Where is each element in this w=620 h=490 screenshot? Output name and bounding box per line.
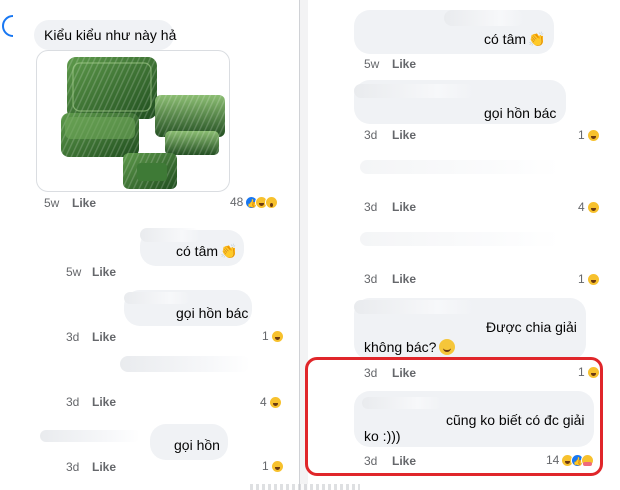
reply-meta-4: 3d Like (66, 460, 166, 474)
comment-bubble-r5[interactable]: Được chia giải không bác? (354, 298, 586, 360)
like-button[interactable]: Like (72, 196, 96, 210)
reply-meta-3: 3d Like (66, 395, 166, 409)
clapping-hands-icon: 👏 (528, 31, 546, 47)
comment-meta-r4: 3d Like (364, 272, 464, 286)
haha-reaction-icon (586, 200, 600, 214)
comment-meta-r1: 5w Like (364, 57, 464, 71)
reply-time: 3d (66, 395, 80, 409)
reply-time: 3d (66, 460, 80, 474)
reply-time: 5w (66, 265, 82, 279)
comment-bubble-r1[interactable]: có tâm 👏 (354, 10, 554, 54)
reply-bubble-1[interactable]: có tâm 👏 (140, 228, 244, 266)
reaction-summary[interactable]: 1 (262, 458, 284, 474)
redacted-reply-3 (120, 356, 250, 372)
reaction-summary[interactable]: 1 (578, 127, 600, 143)
haha-reaction-icon (270, 329, 284, 343)
reply-meta-2: 3d Like (66, 330, 166, 344)
redacted-name (354, 300, 474, 314)
comment-meta-r2: 3d Like (364, 128, 464, 142)
comment-time: 5w (44, 196, 60, 210)
reaction-summary[interactable]: 48 (230, 194, 279, 212)
comment-text-line1: Được chia giải (486, 319, 577, 335)
grinning-face-icon (439, 339, 456, 355)
reply-text: gọi hồn bác (176, 305, 249, 321)
like-button[interactable]: Like (92, 460, 116, 474)
like-button[interactable]: Like (392, 57, 416, 71)
haha-reaction-icon (586, 272, 600, 286)
comment-meta-r3: 3d Like (364, 200, 464, 214)
comment-text-line2: không bác? (364, 339, 437, 355)
redacted-comment-r4 (360, 232, 560, 246)
reaction-summary[interactable]: 1 (578, 271, 600, 287)
reaction-count: 1 (578, 128, 585, 142)
reaction-count: 1 (578, 272, 585, 286)
haha-reaction-icon (586, 128, 600, 142)
reply-meta-1: 5w Like (66, 265, 166, 279)
reaction-summary[interactable]: 4 (260, 394, 282, 410)
reply-text: có tâm (176, 243, 219, 259)
like-button[interactable]: Like (92, 265, 116, 279)
reply-bubble-4[interactable]: gọi hồn (40, 424, 228, 460)
like-button[interactable]: Like (392, 200, 416, 214)
bottom-edge-artifact (250, 484, 360, 490)
like-button[interactable]: Like (392, 128, 416, 142)
reply-time: 3d (66, 330, 80, 344)
redacted-name (40, 430, 140, 442)
comment-bubble-top[interactable]: Kiểu kiểu như này hả (34, 20, 177, 50)
reaction-count: 48 (230, 195, 244, 209)
reaction-count: 1 (262, 459, 269, 473)
like-button[interactable]: Like (392, 272, 416, 286)
facebook-logo-icon (2, 15, 14, 37)
haha-reaction-icon (270, 459, 284, 473)
comment-time: 5w (364, 57, 380, 71)
reaction-summary[interactable]: 4 (578, 199, 600, 215)
like-button[interactable]: Like (92, 395, 116, 409)
comment-time: 3d (364, 200, 378, 214)
reply-text: gọi hồn (174, 437, 220, 453)
comment-image[interactable] (36, 50, 230, 192)
reply-bubble-2[interactable]: gọi hồn bác (124, 290, 252, 326)
redacted-comment-r3 (360, 160, 560, 174)
reaction-summary[interactable]: 1 (262, 328, 284, 344)
reaction-count: 4 (260, 395, 267, 409)
comment-time: 3d (364, 272, 378, 286)
redacted-name (444, 10, 524, 26)
left-comment-panel: Kiểu kiểu như này hả 5w Like 48 👍 có tâm… (0, 0, 300, 490)
highlight-box (305, 357, 603, 476)
wow-reaction-icon (265, 195, 279, 209)
clapping-hands-icon: 👏 (220, 243, 238, 259)
comment-text: Kiểu kiểu như này hả (44, 27, 177, 43)
like-button[interactable]: Like (92, 330, 116, 344)
comment-bubble-r2[interactable]: gọi hồn bác (354, 80, 566, 124)
haha-reaction-icon (268, 395, 282, 409)
redacted-name (354, 84, 474, 98)
reaction-count: 4 (578, 200, 585, 214)
redacted-name (140, 228, 200, 242)
comment-text: có tâm (484, 31, 527, 47)
comment-text: gọi hồn bác (484, 105, 557, 121)
food-containers-image (61, 57, 225, 189)
comment-meta-top: 5w Like (44, 196, 144, 210)
redacted-name (124, 292, 190, 304)
reaction-count: 1 (262, 329, 269, 343)
comment-time: 3d (364, 128, 378, 142)
